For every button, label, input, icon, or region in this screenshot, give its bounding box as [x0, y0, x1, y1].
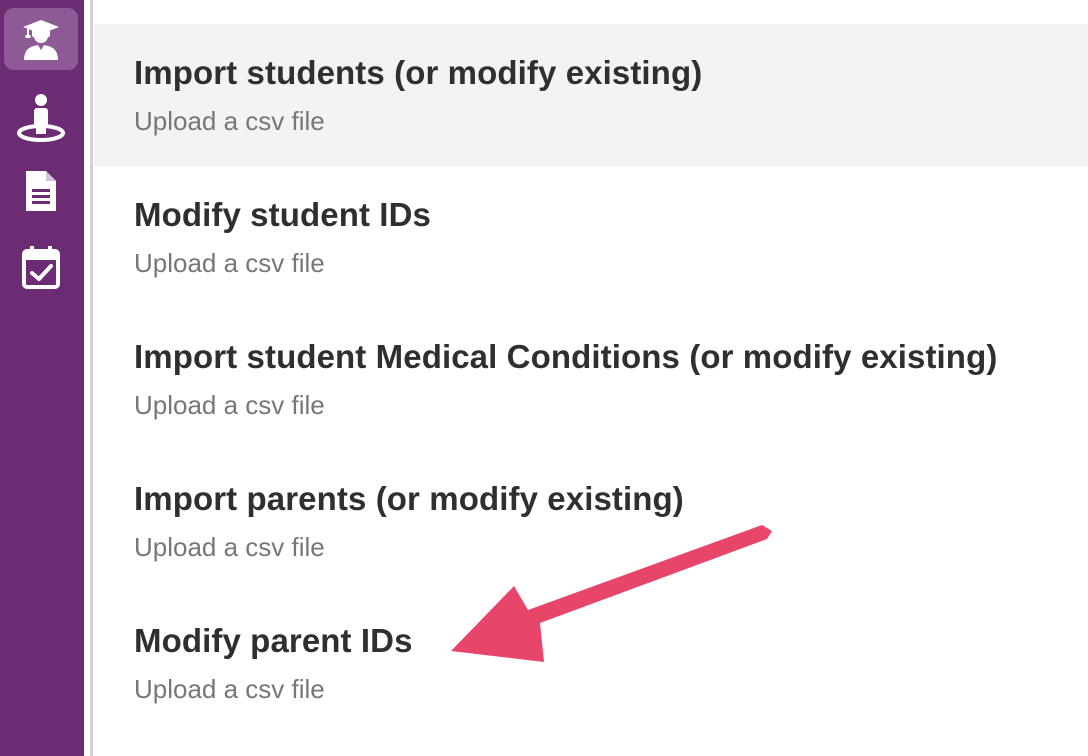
option-title: Import parents (or modify existing) — [134, 480, 684, 517]
sidebar — [0, 0, 84, 756]
modify-parent-ids-option[interactable]: Modify parent IDs Upload a csv file — [94, 592, 1088, 734]
nav-students-button[interactable] — [4, 8, 78, 70]
option-title: Modify parent IDs — [134, 622, 413, 659]
option-title: Modify student IDs — [134, 196, 431, 233]
option-title: Import students (or modify existing) — [134, 54, 703, 91]
option-subtitle: Upload a csv file — [134, 390, 325, 420]
option-subtitle: Upload a csv file — [134, 106, 325, 136]
import-options-list: Import students (or modify existing) Upl… — [94, 0, 1088, 756]
person-pin-icon — [17, 94, 65, 142]
nav-people-button[interactable] — [4, 86, 78, 148]
modify-student-ids-option[interactable]: Modify student IDs Upload a csv file — [94, 166, 1088, 308]
document-icon — [26, 171, 56, 211]
option-subtitle: Upload a csv file — [134, 248, 325, 278]
option-title: Import student Medical Conditions (or mo… — [134, 338, 998, 375]
app-window: Import students (or modify existing) Upl… — [0, 0, 1088, 756]
import-medical-conditions-option[interactable]: Import student Medical Conditions (or mo… — [94, 308, 1088, 450]
calendar-check-icon — [22, 246, 60, 289]
import-parents-option[interactable]: Import parents (or modify existing) Uplo… — [94, 450, 1088, 592]
scrollbar-track[interactable] — [90, 0, 93, 756]
option-subtitle: Upload a csv file — [134, 532, 325, 562]
nav-documents-button[interactable] — [4, 160, 78, 222]
option-subtitle: Upload a csv file — [134, 674, 325, 704]
student-graduate-icon — [23, 20, 59, 60]
nav-calendar-button[interactable] — [4, 236, 78, 298]
import-students-option[interactable]: Import students (or modify existing) Upl… — [94, 24, 1088, 166]
